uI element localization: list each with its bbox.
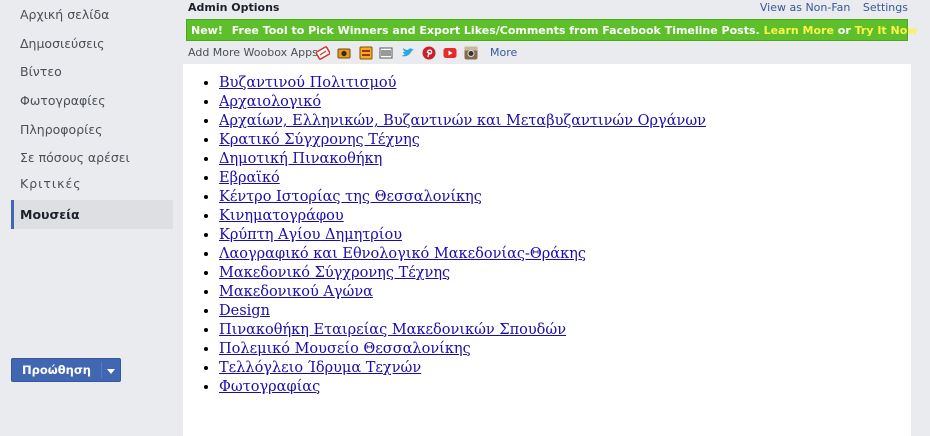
chevron-down-icon[interactable]: [107, 369, 115, 374]
promote-button-divider: [101, 362, 102, 378]
list-item: Αρχαίων, Ελληνικών, Βυζαντινών και Μεταβ…: [219, 112, 706, 131]
coupon-icon[interactable]: [316, 46, 330, 60]
admin-options-title: Admin Options: [188, 1, 280, 14]
museum-link[interactable]: Μακεδονικού Αγώνα: [219, 284, 373, 300]
instagram-icon[interactable]: [464, 46, 478, 60]
promote-button-label: Προώθηση: [22, 363, 91, 377]
list-item: Πινακοθήκη Εταιρείας Μακεδονικών Σπουδών: [219, 321, 706, 340]
museum-link[interactable]: Κρύπτη Αγίου Δημητρίου: [219, 227, 402, 243]
promo-or: or: [837, 24, 851, 37]
museum-link[interactable]: Αρχαίων, Ελληνικών, Βυζαντινών και Μεταβ…: [219, 113, 706, 129]
try-it-now-link[interactable]: Try It Now: [855, 24, 918, 37]
promote-button[interactable]: Προώθηση: [11, 358, 121, 382]
settings-link[interactable]: Settings: [863, 1, 908, 14]
sidebar-item-videos[interactable]: Βίντεο: [20, 64, 62, 79]
learn-more-link[interactable]: Learn More: [764, 24, 834, 37]
promo-banner: New! Free Tool to Pick Winners and Expor…: [186, 19, 917, 41]
sidebar-item-photos[interactable]: Φωτογραφίες: [20, 93, 106, 108]
sidebar-item-museums[interactable]: Μουσεία: [11, 200, 173, 229]
twitter-icon[interactable]: [401, 46, 415, 60]
list-item: Design: [219, 302, 706, 321]
sidebar-item-about[interactable]: Πληροφορίες: [20, 122, 102, 137]
top-links: View as Non-Fan Settings: [751, 1, 908, 14]
view-as-non-fan-link[interactable]: View as Non-Fan: [760, 1, 851, 14]
youtube-icon[interactable]: [443, 46, 457, 60]
list-item: Κινηματογράφου: [219, 207, 706, 226]
list-item: Κρατικό Σύγχρονης Τέχνης: [219, 131, 706, 150]
museum-list: Βυζαντινού Πολιτισμού Αρχαιολογικό Αρχαίων…: [183, 74, 706, 397]
museum-link[interactable]: Κρατικό Σύγχρονης Τέχνης: [219, 132, 420, 148]
apps-more-link[interactable]: More: [490, 46, 517, 59]
museum-link[interactable]: Μακεδονικό Σύγχρονης Τέχνης: [219, 265, 450, 281]
museum-link[interactable]: Πολεμικό Μουσείο Θεσσαλονίκης: [219, 341, 471, 357]
museum-link[interactable]: Εβραϊκό: [219, 170, 280, 186]
sidebar-item-reviews[interactable]: Κριτικές: [20, 176, 82, 191]
sidebar-item-home[interactable]: Αρχική σελίδα: [20, 7, 109, 22]
form-icon[interactable]: [379, 46, 393, 60]
promo-message: Free Tool to Pick Winners and Export Lik…: [231, 24, 760, 37]
left-sidebar: Αρχική σελίδα Δημοσιεύσεις Βίντεο Φωτογρ…: [0, 0, 183, 436]
museum-link[interactable]: Πινακοθήκη Εταιρείας Μακεδονικών Σπουδών: [219, 322, 566, 338]
list-item: Κέντρο Ιστορίας της Θεσσαλονίκης: [219, 188, 706, 207]
list-item: Τελλόγλειο Ίδρυμα Τεχνών: [219, 359, 706, 378]
sidebar-item-museums-label: Μουσεία: [20, 207, 80, 222]
list-item: Αρχαιολογικό: [219, 93, 706, 112]
museum-link[interactable]: Κέντρο Ιστορίας της Θεσσαλονίκης: [219, 189, 482, 205]
museum-link[interactable]: Τελλόγλειο Ίδρυμα Τεχνών: [219, 360, 421, 376]
museum-link[interactable]: Λαογραφικό και Εθνολογικό Μακεδονίας-Θρά…: [219, 246, 586, 262]
promo-new-label: New!: [191, 24, 223, 37]
museum-link[interactable]: Φωτογραφίας: [219, 379, 320, 395]
pinterest-icon[interactable]: [422, 46, 436, 60]
list-item: Φωτογραφίας: [219, 378, 706, 397]
museum-link[interactable]: Αρχαιολογικό: [219, 94, 321, 110]
list-item: Κρύπτη Αγίου Δημητρίου: [219, 226, 706, 245]
museum-link[interactable]: Κινηματογράφου: [219, 208, 344, 224]
museum-link[interactable]: Design: [219, 303, 270, 319]
museums-content: Βυζαντινού Πολιτισμού Αρχαιολογικό Αρχαίων…: [183, 64, 911, 436]
contest-icon[interactable]: [359, 46, 373, 60]
list-item: Εβραϊκό: [219, 169, 706, 188]
camera-icon[interactable]: [337, 46, 351, 60]
museum-link[interactable]: Βυζαντινού Πολιτισμού: [219, 75, 396, 91]
apps-label: Add More Woobox Apps:: [188, 46, 322, 59]
list-item: Λαογραφικό και Εθνολογικό Μακεδονίας-Θρά…: [219, 245, 706, 264]
list-item: Βυζαντινού Πολιτισμού: [219, 74, 706, 93]
sidebar-item-posts[interactable]: Δημοσιεύσεις: [20, 36, 104, 51]
list-item: Μακεδονικού Αγώνα: [219, 283, 706, 302]
museum-link[interactable]: Δημοτική Πινακοθήκη: [219, 151, 382, 167]
sidebar-item-likes[interactable]: Σε πόσους αρέσει: [20, 150, 130, 165]
list-item: Δημοτική Πινακοθήκη: [219, 150, 706, 169]
list-item: Πολεμικό Μουσείο Θεσσαλονίκης: [219, 340, 706, 359]
list-item: Μακεδονικό Σύγχρονης Τέχνης: [219, 264, 706, 283]
